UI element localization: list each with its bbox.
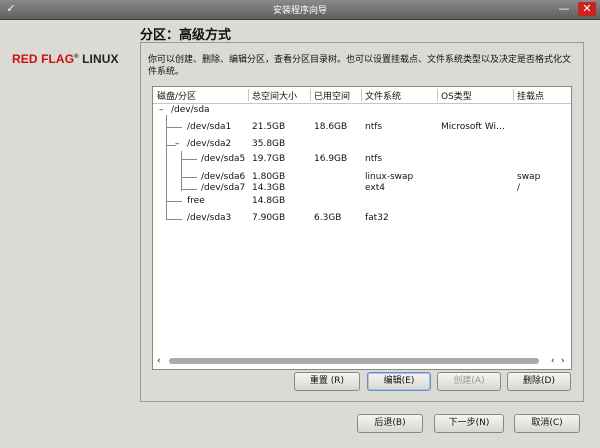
close-window-button[interactable]: ✕ bbox=[578, 2, 596, 16]
column-header-fs[interactable]: 文件系统 bbox=[365, 89, 401, 102]
table-row[interactable]: – /dev/sda2 35.8GB bbox=[153, 139, 571, 150]
edit-button[interactable]: 编辑(E) bbox=[367, 372, 431, 391]
scroll-left-icon[interactable]: ‹ bbox=[157, 355, 161, 367]
page-title: 分区：高级方式 bbox=[140, 28, 232, 43]
back-button[interactable]: 后退(B) bbox=[357, 414, 423, 433]
scroll-left-icon-2[interactable]: ‹ bbox=[551, 355, 555, 367]
reset-button[interactable]: 重置 (R) bbox=[294, 372, 360, 391]
table-row[interactable]: free 14.8GB bbox=[153, 196, 571, 207]
scroll-right-icon[interactable]: › bbox=[561, 355, 565, 367]
cancel-button[interactable]: 取消(C) bbox=[514, 414, 580, 433]
create-button[interactable]: 创建(A) bbox=[437, 372, 501, 391]
window-title: 安装程序向导 bbox=[272, 6, 327, 16]
description-text: 你可以创建、删除、编辑分区，查看分区目录树。也可以设置挂载点、文件系统类型以及决… bbox=[148, 55, 572, 77]
partition-tree[interactable]: 磁盘/分区 总空间大小 已用空间 文件系统 OS类型 挂载点 – /dev/sd… bbox=[152, 86, 572, 370]
delete-button[interactable]: 删除(D) bbox=[507, 372, 571, 391]
horizontal-scrollbar[interactable]: ‹ ‹ › bbox=[155, 355, 567, 367]
column-header-mount[interactable]: 挂载点 bbox=[517, 89, 544, 102]
title-bar: ✓ 安装程序向导 — ✕ bbox=[0, 0, 600, 20]
table-row[interactable]: /dev/sda1 21.5GB 18.6GB ntfs Microsoft W… bbox=[153, 122, 571, 133]
collapse-icon[interactable]: – bbox=[175, 139, 180, 150]
column-header-os[interactable]: OS类型 bbox=[441, 89, 472, 102]
column-header-size[interactable]: 总空间大小 bbox=[252, 89, 297, 102]
table-row[interactable]: /dev/sda5 19.7GB 16.9GB ntfs bbox=[153, 154, 571, 165]
page-header: 分区：高级方式 bbox=[0, 20, 600, 43]
next-button[interactable]: 下一步(N) bbox=[434, 414, 504, 433]
brand-logo: RED FLAG® LINUX bbox=[12, 52, 119, 66]
collapse-icon[interactable]: – bbox=[159, 105, 164, 116]
table-row[interactable]: /dev/sda3 7.90GB 6.3GB fat32 bbox=[153, 213, 571, 224]
minimize-button[interactable]: — bbox=[555, 2, 573, 16]
table-row[interactable]: – /dev/sda bbox=[153, 105, 571, 116]
column-header-disk[interactable]: 磁盘/分区 bbox=[157, 89, 196, 102]
table-header: 磁盘/分区 总空间大小 已用空间 文件系统 OS类型 挂载点 bbox=[153, 87, 571, 104]
column-header-used[interactable]: 已用空间 bbox=[314, 89, 350, 102]
table-row[interactable]: /dev/sda7 14.3GB ext4 / bbox=[153, 183, 571, 194]
table-row[interactable]: /dev/sda6 1.80GB linux-swap swap bbox=[153, 172, 571, 183]
scroll-thumb[interactable] bbox=[169, 358, 539, 364]
